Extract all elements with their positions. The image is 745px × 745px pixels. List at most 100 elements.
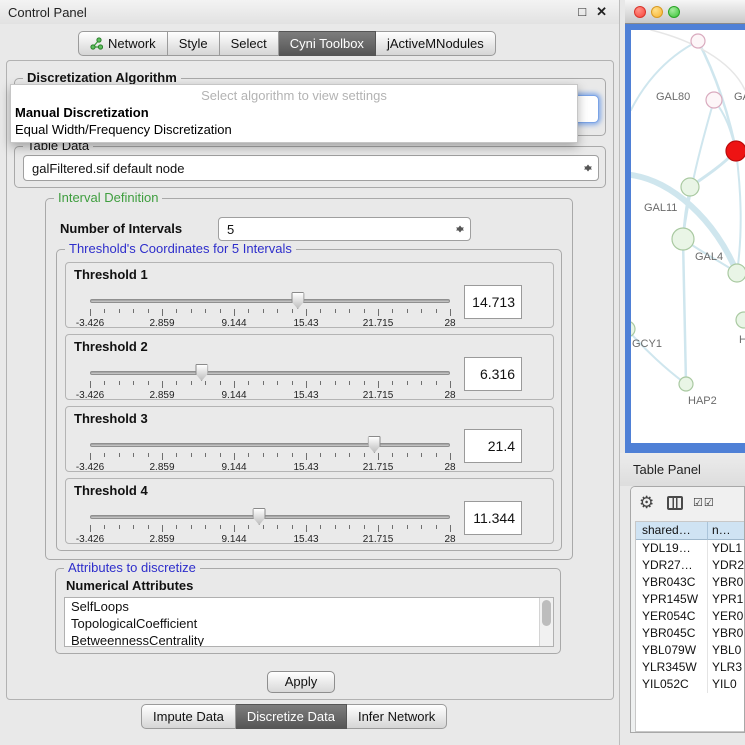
- slider-thumb[interactable]: [368, 436, 381, 453]
- table-row[interactable]: YIL052CYIL0: [636, 676, 744, 693]
- table-cell[interactable]: YER0: [708, 608, 744, 625]
- table-cell[interactable]: YBR043C: [636, 574, 708, 591]
- attribute-item[interactable]: BetweennessCentrality: [65, 632, 553, 647]
- table-cell[interactable]: YPR145W: [636, 591, 708, 608]
- table-row[interactable]: YDL19…YDL1: [636, 540, 744, 557]
- table-row[interactable]: YBR045CYBR0: [636, 625, 744, 642]
- tab-impute-data[interactable]: Impute Data: [141, 704, 236, 729]
- table-row[interactable]: YBR043CYBR0: [636, 574, 744, 591]
- table-cell[interactable]: YLR345W: [636, 659, 708, 676]
- window-buttons: □ ✕: [578, 4, 607, 20]
- threshold-label: Threshold 2: [74, 339, 148, 354]
- close-traffic-light[interactable]: [634, 6, 646, 18]
- network-node-label: GAL4: [695, 251, 723, 263]
- network-node[interactable]: [679, 377, 693, 391]
- minimize-traffic-light[interactable]: [651, 6, 663, 18]
- network-node[interactable]: [728, 264, 745, 282]
- table-header-cell[interactable]: n…: [708, 522, 744, 540]
- scale-label: 21.715: [363, 534, 394, 545]
- scale-label: -3.426: [76, 462, 104, 473]
- tab-label: jActiveMNodules: [387, 36, 484, 51]
- table-cell[interactable]: YPR1: [708, 591, 744, 608]
- scale-label: 28: [444, 390, 455, 401]
- network-edge[interactable]: [683, 239, 686, 384]
- table-cell[interactable]: YDR27…: [636, 557, 708, 574]
- float-window-icon[interactable]: □: [578, 4, 586, 20]
- network-node[interactable]: [672, 228, 694, 250]
- select-columns-icons[interactable]: ☑☑: [693, 496, 715, 509]
- attribute-item[interactable]: TopologicalCoefficient: [65, 615, 553, 632]
- scrollbar-thumb[interactable]: [542, 600, 551, 626]
- table-cell[interactable]: YDL19…: [636, 540, 708, 557]
- network-node[interactable]: [706, 92, 722, 108]
- threshold-value-field[interactable]: 21.4: [464, 429, 522, 463]
- attributes-scrollbar[interactable]: [539, 598, 553, 646]
- threshold-value-field[interactable]: 6.316: [464, 357, 522, 391]
- network-node[interactable]: [631, 321, 635, 337]
- slider-thumb[interactable]: [253, 508, 266, 525]
- table-cell[interactable]: YDR2: [708, 557, 744, 574]
- algorithm-option[interactable]: Equal Width/Frequency Discretization: [11, 121, 577, 138]
- algorithm-dropdown-popup: Select algorithm to view settings Manual…: [10, 84, 578, 143]
- tab-discretize-data[interactable]: Discretize Data: [236, 704, 347, 729]
- threshold-value-field[interactable]: 14.713: [464, 285, 522, 319]
- tab-cyni-toolbox[interactable]: Cyni Toolbox: [279, 31, 376, 56]
- table-data-selected-value: galFiltered.sif default node: [32, 161, 184, 176]
- attribute-item[interactable]: SelfLoops: [65, 598, 553, 615]
- threshold-slider[interactable]: -3.4262.8599.14415.4321.71528: [90, 509, 450, 543]
- threshold-value-field[interactable]: 11.344: [464, 501, 522, 535]
- table-data-combobox[interactable]: galFiltered.sif default node: [23, 155, 599, 181]
- node-table: shared… n… YDL19…YDL1YDR27…YDR2YBR043CYB…: [635, 521, 744, 732]
- scale-label: 2.859: [149, 462, 174, 473]
- threshold-slider[interactable]: -3.4262.8599.14415.4321.71528: [90, 365, 450, 399]
- table-cell[interactable]: YBL079W: [636, 642, 708, 659]
- slider-thumb[interactable]: [195, 364, 208, 381]
- table-header-cell[interactable]: shared…: [636, 522, 708, 540]
- slider-track[interactable]: [90, 515, 450, 519]
- table-cell[interactable]: YLR3: [708, 659, 744, 676]
- tab-infer-network[interactable]: Infer Network: [347, 704, 447, 729]
- network-node[interactable]: [691, 34, 705, 48]
- attributes-group-title: Attributes to discretize: [64, 560, 200, 575]
- tab-label: Network: [108, 36, 156, 51]
- threshold-slider[interactable]: -3.4262.8599.14415.4321.71528: [90, 437, 450, 471]
- tab-select[interactable]: Select: [220, 31, 279, 56]
- table-cell[interactable]: YBR0: [708, 574, 744, 591]
- network-node[interactable]: [726, 141, 745, 161]
- slider-track[interactable]: [90, 371, 450, 375]
- table-row[interactable]: YDR27…YDR2: [636, 557, 744, 574]
- gear-icon[interactable]: ⚙: [639, 493, 654, 513]
- threshold-slider[interactable]: -3.4262.8599.14415.4321.71528: [90, 293, 450, 327]
- table-cell[interactable]: YDL1: [708, 540, 744, 557]
- table-cell[interactable]: YIL0: [708, 676, 744, 693]
- table-browser-window: ⚙ ☑☑ shared… n… YDL19…YDL1YDR27…YDR2YBR0…: [630, 486, 745, 733]
- network-edge[interactable]: [683, 100, 714, 239]
- network-edge[interactable]: [736, 151, 741, 273]
- attributes-group: Attributes to discretize Numerical Attri…: [55, 568, 561, 654]
- threshold-box: Threshold 4-3.4262.8599.14415.4321.71528…: [65, 478, 554, 544]
- algorithm-option[interactable]: Manual Discretization: [11, 104, 577, 121]
- table-cell[interactable]: YIL052C: [636, 676, 708, 693]
- slider-track[interactable]: [90, 443, 450, 447]
- table-cell[interactable]: YBR0: [708, 625, 744, 642]
- table-row[interactable]: YER054CYER0: [636, 608, 744, 625]
- apply-button[interactable]: Apply: [267, 671, 335, 693]
- tab-jactivemnodules[interactable]: jActiveMNodules: [376, 31, 496, 56]
- slider-track[interactable]: [90, 299, 450, 303]
- table-cell[interactable]: YER054C: [636, 608, 708, 625]
- number-of-intervals-combobox[interactable]: 5: [218, 217, 471, 241]
- tab-network[interactable]: Network: [78, 31, 168, 56]
- zoom-traffic-light[interactable]: [668, 6, 680, 18]
- table-row[interactable]: YLR345WYLR3: [636, 659, 744, 676]
- columns-icon[interactable]: [667, 496, 683, 510]
- close-window-icon[interactable]: ✕: [596, 4, 607, 20]
- network-node[interactable]: [681, 178, 699, 196]
- network-node[interactable]: [736, 312, 745, 328]
- table-row[interactable]: YPR145WYPR1: [636, 591, 744, 608]
- slider-thumb[interactable]: [291, 292, 304, 309]
- tab-style[interactable]: Style: [168, 31, 220, 56]
- table-cell[interactable]: YBR045C: [636, 625, 708, 642]
- table-cell[interactable]: YBL0: [708, 642, 744, 659]
- table-row[interactable]: YBL079WYBL0: [636, 642, 744, 659]
- tab-label: Infer Network: [358, 709, 435, 724]
